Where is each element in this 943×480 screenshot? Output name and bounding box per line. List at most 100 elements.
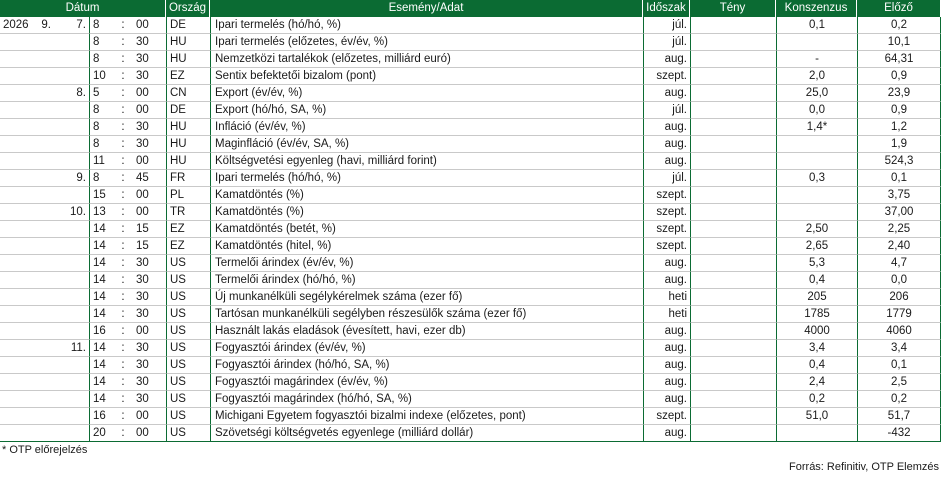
cell-month [34,391,54,408]
cell-m: 30 [133,51,166,68]
cell-country: US [166,408,210,425]
cell-year: 2026 [0,17,34,34]
cell-sep: : [113,340,133,357]
cell-year [0,238,34,255]
cell-event: Új munkanélküli segélykérelmek száma (ez… [212,289,643,306]
cell-country: US [166,289,210,306]
header-idoszak: Időszak [643,0,690,17]
cell-h: 8 [89,119,113,136]
cell-month [34,340,54,357]
cell-previous: 0,9 [857,68,941,85]
cell-m: 00 [133,153,166,170]
cell-previous: 524,3 [857,153,941,170]
cell-h: 10 [89,68,113,85]
cell-h: 14 [89,289,113,306]
cell-previous: 2,40 [857,238,941,255]
cell-previous: 3,75 [857,187,941,204]
cell-actual [690,425,776,442]
cell-m: 30 [133,340,166,357]
cell-actual [690,136,776,153]
cell-year [0,323,34,340]
cell-m: 00 [133,408,166,425]
cell-country: HU [166,34,210,51]
cell-country: TR [166,204,210,221]
cell-sep: : [113,102,133,119]
economic-calendar-table: Dátum Ország Esemény/Adat Időszak Tény K… [0,0,941,442]
cell-country: EZ [166,238,210,255]
cell-period: heti [643,306,690,323]
cell-sep: : [113,119,133,136]
cell-actual [690,357,776,374]
cell-consensus: 0,4 [776,357,857,374]
cell-month [34,51,54,68]
cell-country: FR [166,170,210,187]
cell-m: 00 [133,17,166,34]
cell-sep: : [113,374,133,391]
cell-country: HU [166,119,210,136]
cell-m: 30 [133,34,166,51]
cell-h: 8 [89,170,113,187]
cell-event: Michigani Egyetem fogyasztói bizalmi ind… [212,408,643,425]
cell-month [34,187,54,204]
cell-event: Tartósan munkanélküli segélyben részesül… [212,306,643,323]
cell-previous: 0,1 [857,170,941,187]
cell-m: 30 [133,391,166,408]
cell-country: US [166,272,210,289]
cell-previous: 0,2 [857,391,941,408]
cell-consensus [776,136,857,153]
cell-previous: 23,9 [857,85,941,102]
cell-day [54,391,89,408]
cell-year [0,119,34,136]
cell-h: 14 [89,340,113,357]
cell-period: szept. [643,68,690,85]
cell-previous: 0,1 [857,357,941,374]
cell-event: Export (év/év, %) [212,85,643,102]
cell-country: US [166,374,210,391]
cell-h: 8 [89,51,113,68]
cell-sep: : [113,408,133,425]
cell-consensus: 5,3 [776,255,857,272]
cell-sep: : [113,187,133,204]
cell-year [0,102,34,119]
cell-actual [690,119,776,136]
cell-actual [690,238,776,255]
header-datum: Dátum [0,0,166,17]
cell-h: 5 [89,85,113,102]
cell-actual [690,374,776,391]
cell-period: júl. [643,34,690,51]
source-note: Forrás: Refinitiv, OTP Elemzés [789,461,939,473]
cell-h: 14 [89,238,113,255]
cell-sep: : [113,153,133,170]
cell-day [54,136,89,153]
cell-month [34,374,54,391]
cell-actual [690,221,776,238]
cell-country: US [166,306,210,323]
cell-m: 30 [133,357,166,374]
cell-sep: : [113,289,133,306]
cell-country: US [166,391,210,408]
cell-event: Nemzetközi tartalékok (előzetes, milliár… [212,51,643,68]
cell-event: Infláció (év/év, %) [212,119,643,136]
cell-h: 14 [89,272,113,289]
cell-event: Fogyasztói árindex (év/év, %) [212,340,643,357]
cell-actual [690,187,776,204]
cell-m: 00 [133,102,166,119]
cell-event: Fogyasztói árindex (hó/hó, SA, %) [212,357,643,374]
cell-consensus [776,204,857,221]
cell-month [34,272,54,289]
cell-period: aug. [643,85,690,102]
cell-consensus [776,153,857,170]
cell-period: aug. [643,323,690,340]
cell-period: szept. [643,221,690,238]
cell-actual [690,68,776,85]
cell-event: Kamatdöntés (hitel, %) [212,238,643,255]
cell-year [0,357,34,374]
cell-day [54,34,89,51]
cell-h: 15 [89,187,113,204]
cell-sep: : [113,221,133,238]
cell-day [54,425,89,442]
cell-previous: 37,00 [857,204,941,221]
cell-country: DE [166,17,210,34]
cell-previous: 1,2 [857,119,941,136]
cell-h: 8 [89,34,113,51]
